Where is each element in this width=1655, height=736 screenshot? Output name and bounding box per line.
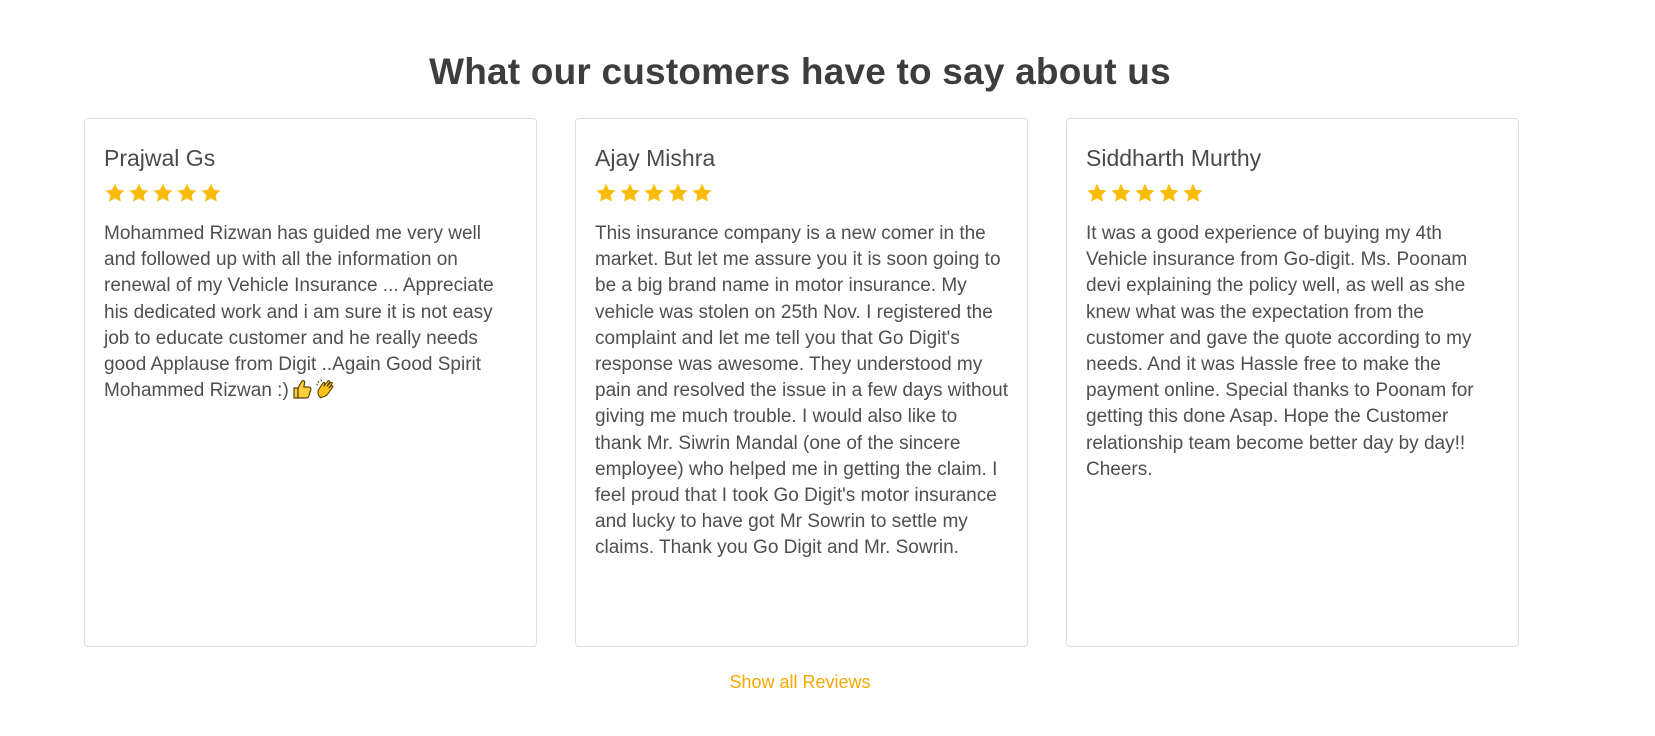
review-card: Siddharth Murthy It was a good experienc… <box>1066 118 1519 647</box>
reviewer-name: Ajay Mishra <box>595 145 716 171</box>
thumbs-up-icon <box>291 378 313 400</box>
star-rating <box>1086 181 1499 205</box>
show-all-reviews-link[interactable]: Show all Reviews <box>0 672 1600 693</box>
star-icon <box>200 182 222 204</box>
reviewer-name: Prajwal Gs <box>104 145 216 171</box>
star-icon <box>152 182 174 204</box>
star-icon <box>1086 182 1108 204</box>
review-card: Ajay Mishra This insurance company is a … <box>575 118 1028 647</box>
star-icon <box>1110 182 1132 204</box>
star-icon <box>128 182 150 204</box>
clapping-hands-icon <box>315 378 337 400</box>
star-rating <box>595 181 1008 205</box>
reviewer-name: Siddharth Murthy <box>1086 145 1262 171</box>
review-text: Mohammed Rizwan has guided me very well … <box>104 223 494 402</box>
review-text: This insurance company is a new comer in… <box>595 223 1008 559</box>
star-icon <box>667 182 689 204</box>
review-text: It was a good experience of buying my 4t… <box>1086 223 1474 480</box>
star-icon <box>1182 182 1204 204</box>
page-title: What our customers have to say about us <box>429 50 1171 92</box>
star-icon <box>104 182 126 204</box>
review-card: Prajwal Gs Mohammed Rizwan has guided me… <box>84 118 537 647</box>
star-icon <box>619 182 641 204</box>
star-icon <box>176 182 198 204</box>
review-text-container: Mohammed Rizwan has guided me very well … <box>104 221 517 404</box>
star-icon <box>595 182 617 204</box>
star-icon <box>1134 182 1156 204</box>
reviews-list: Prajwal Gs Mohammed Rizwan has guided me… <box>84 118 1519 647</box>
star-icon <box>691 182 713 204</box>
star-icon <box>1158 182 1180 204</box>
star-rating <box>104 181 517 205</box>
star-icon <box>643 182 665 204</box>
